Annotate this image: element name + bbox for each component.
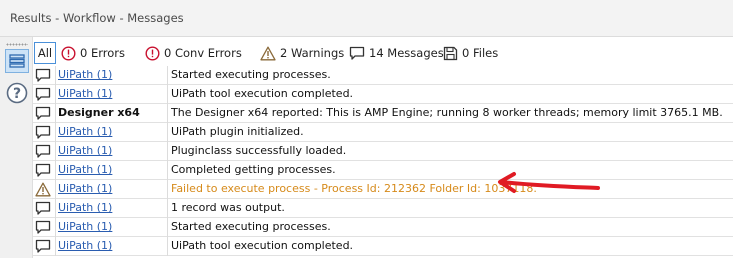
message-text: Completed getting processes. bbox=[171, 163, 336, 176]
filter-messages-label: 14 Messages bbox=[369, 46, 444, 60]
message-row[interactable]: UiPath (1) UiPath tool execution complete… bbox=[33, 85, 733, 104]
tool-link[interactable]: UiPath (1) bbox=[55, 218, 168, 237]
message-text: 1 record was output. bbox=[171, 201, 285, 214]
warning-icon bbox=[33, 180, 53, 199]
svg-text:?: ? bbox=[13, 86, 21, 102]
filter-warnings-button[interactable]: 2 Warnings bbox=[260, 42, 344, 64]
message-icon bbox=[33, 161, 53, 180]
message-row[interactable]: Designer x64 The Designer x64 reported: T… bbox=[33, 104, 733, 123]
message-row[interactable]: UiPath (1) Pluginclass successfully loade… bbox=[33, 142, 733, 161]
message-icon bbox=[33, 66, 53, 85]
message-row[interactable]: UiPath (1) Failed to execute process - Pr… bbox=[33, 180, 733, 199]
help-icon: ? bbox=[6, 82, 28, 104]
conv-error-icon bbox=[145, 45, 160, 61]
tool-link[interactable]: UiPath (1) bbox=[55, 85, 168, 104]
filter-conv-errors-label: 0 Conv Errors bbox=[164, 46, 242, 60]
message-icon bbox=[33, 218, 53, 237]
message-icon bbox=[33, 85, 53, 104]
filter-toolbar: All 0 Errors 0 Conv Errors 2 Warnings 14… bbox=[33, 42, 733, 66]
filter-files-label: 0 Files bbox=[462, 46, 499, 60]
message-row[interactable]: UiPath (1) 1 record was output. bbox=[33, 199, 733, 218]
title-bar: Results - Workflow - Messages bbox=[0, 0, 733, 37]
tool-link[interactable]: UiPath (1) bbox=[55, 199, 168, 218]
message-text: The Designer x64 reported: This is AMP E… bbox=[171, 106, 723, 119]
drag-grip[interactable] bbox=[6, 43, 28, 46]
message-row[interactable]: UiPath (1) UiPath tool execution complete… bbox=[33, 237, 733, 256]
message-row[interactable]: UiPath (1) Started executing processes. bbox=[33, 66, 733, 85]
list-icon bbox=[9, 54, 25, 68]
file-save-icon bbox=[443, 46, 458, 60]
tool-link[interactable]: UiPath (1) bbox=[55, 123, 168, 142]
results-window: Results - Workflow - Messages ? All 0 Er… bbox=[0, 0, 733, 258]
help-button[interactable]: ? bbox=[5, 81, 29, 105]
tool-link[interactable]: UiPath (1) bbox=[55, 161, 168, 180]
left-rail: ? bbox=[0, 37, 33, 258]
message-text: Started executing processes. bbox=[171, 220, 331, 233]
warning-icon bbox=[260, 46, 276, 60]
filter-messages-button[interactable]: 14 Messages bbox=[349, 42, 444, 64]
message-icon bbox=[33, 142, 53, 161]
filter-all-button[interactable]: All bbox=[34, 42, 56, 64]
message-text: Started executing processes. bbox=[171, 68, 331, 81]
error-icon bbox=[61, 45, 76, 61]
message-icon bbox=[33, 237, 53, 256]
message-text: UiPath tool execution completed. bbox=[171, 239, 354, 252]
message-icon bbox=[33, 199, 53, 218]
tool-name: Designer x64 bbox=[55, 104, 168, 123]
tool-link[interactable]: UiPath (1) bbox=[55, 237, 168, 256]
warning-message-text: Failed to execute process - Process Id: … bbox=[171, 182, 537, 195]
message-icon bbox=[33, 123, 53, 142]
filter-warnings-label: 2 Warnings bbox=[280, 46, 345, 60]
filter-files-button[interactable]: 0 Files bbox=[443, 42, 498, 64]
messages-grid: UiPath (1) Started executing processes. Ui… bbox=[33, 66, 733, 256]
message-icon bbox=[349, 46, 365, 60]
message-text: UiPath tool execution completed. bbox=[171, 87, 354, 100]
list-view-button[interactable] bbox=[5, 49, 29, 73]
tool-link[interactable]: UiPath (1) bbox=[55, 142, 168, 161]
message-text: UiPath plugin initialized. bbox=[171, 125, 304, 138]
window-title: Results - Workflow - Messages bbox=[10, 11, 184, 25]
message-icon bbox=[33, 104, 53, 123]
filter-errors-label: 0 Errors bbox=[80, 46, 125, 60]
tool-link[interactable]: UiPath (1) bbox=[55, 180, 168, 199]
filter-all-label: All bbox=[37, 46, 53, 60]
message-row[interactable]: UiPath (1) UiPath plugin initialized. bbox=[33, 123, 733, 142]
filter-errors-button[interactable]: 0 Errors bbox=[61, 42, 125, 64]
tool-link[interactable]: UiPath (1) bbox=[55, 66, 168, 85]
filter-conv-errors-button[interactable]: 0 Conv Errors bbox=[145, 42, 242, 64]
message-text: Pluginclass successfully loaded. bbox=[171, 144, 347, 157]
message-row[interactable]: UiPath (1) Started executing processes. bbox=[33, 218, 733, 237]
message-row[interactable]: UiPath (1) Completed getting processes. bbox=[33, 161, 733, 180]
